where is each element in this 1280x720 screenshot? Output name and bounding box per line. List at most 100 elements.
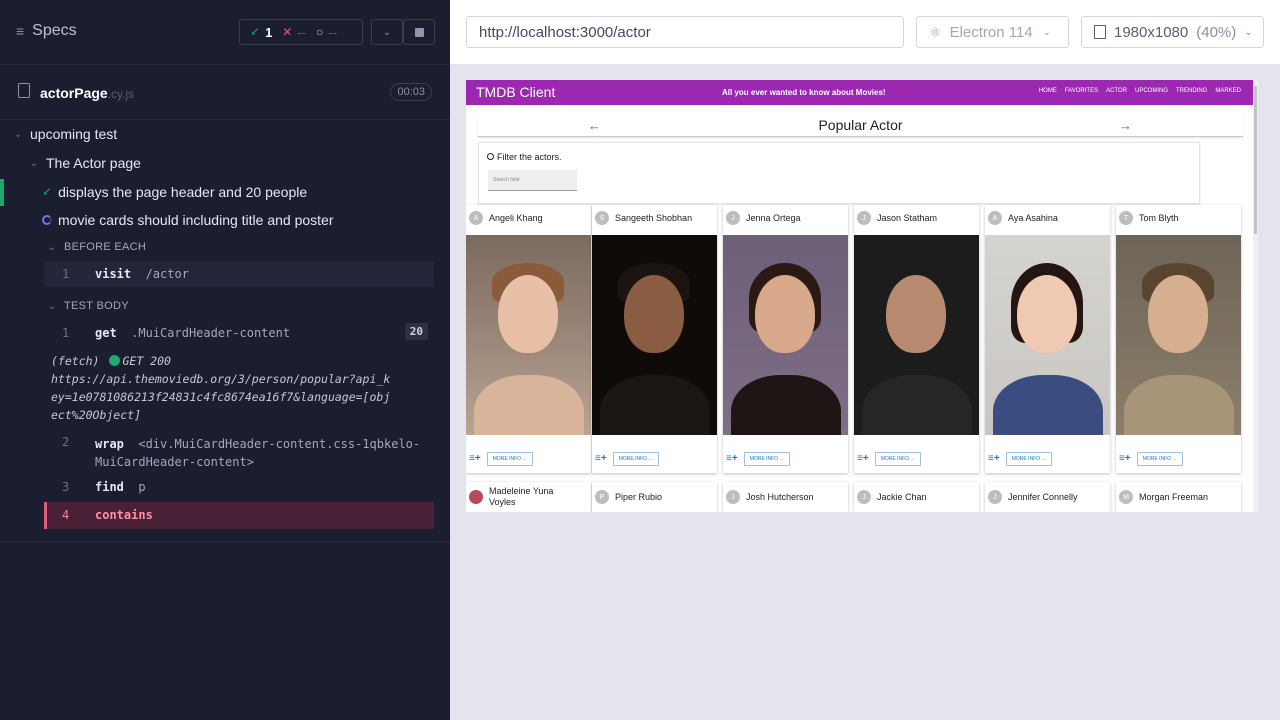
- playlist-add-icon[interactable]: ≡+: [1119, 453, 1131, 464]
- nav-home[interactable]: HOME: [1039, 88, 1057, 94]
- card-header: J Jenna Ortega: [723, 205, 848, 231]
- more-info-button[interactable]: MORE INFO ...: [612, 451, 659, 466]
- avatar: [469, 490, 483, 504]
- app-scrollbar[interactable]: [1253, 80, 1258, 512]
- nav-marked[interactable]: MARKED: [1215, 88, 1241, 94]
- suite-upcoming-test[interactable]: ⌄ upcoming test: [12, 126, 117, 142]
- actor-name: Josh Hutcherson: [746, 491, 814, 502]
- photo-body: [862, 375, 972, 435]
- actor-card[interactable]: T Tom Blyth ≡+ MORE INFO ...: [1116, 205, 1241, 473]
- more-info-button[interactable]: MORE INFO ...: [874, 451, 921, 466]
- actor-card[interactable]: S Sangeeth Shobhan ≡+ MORE INFO ...: [592, 205, 717, 473]
- card-header: J Jason Statham: [854, 205, 979, 231]
- actor-card[interactable]: P Piper Rubio: [592, 482, 717, 512]
- command-name: get: [95, 326, 117, 340]
- actor-card[interactable]: Madeleine Yuna Voyles: [466, 482, 591, 512]
- test-body-hook[interactable]: ⌄ TEST BODY: [46, 300, 129, 312]
- stop-button[interactable]: [403, 19, 435, 45]
- fetch-label: (fetch): [51, 354, 100, 368]
- more-info-button[interactable]: MORE INFO ...: [743, 451, 790, 466]
- actor-card[interactable]: M Morgan Freeman: [1116, 482, 1241, 512]
- photo-face: [1017, 275, 1077, 353]
- command-arg: .MuiCardHeader-content: [131, 326, 291, 340]
- chevron-down-icon: ⌄: [47, 241, 57, 253]
- command-number: 1: [62, 326, 70, 340]
- command-number: 2: [62, 435, 70, 449]
- avatar: T: [1119, 211, 1133, 225]
- playlist-add-icon[interactable]: ≡+: [469, 453, 481, 464]
- chevron-down-icon: ⌄: [47, 300, 57, 312]
- passed-count: 1: [265, 24, 273, 40]
- command-row[interactable]: 3 find p: [44, 476, 434, 498]
- avatar: S: [595, 211, 609, 225]
- nav-favorites[interactable]: FAVORITES: [1065, 88, 1098, 94]
- command-number: 4: [62, 508, 70, 522]
- fetch-log[interactable]: (fetch) GET 200 https://api.themoviedb.or…: [51, 352, 391, 424]
- photo-face: [755, 275, 815, 353]
- avatar: M: [1119, 490, 1133, 504]
- url-bar[interactable]: http://localhost:3000/actor: [466, 16, 904, 48]
- playlist-add-icon[interactable]: ≡+: [857, 453, 869, 464]
- test-title: displays the page header and 20 people: [58, 184, 308, 200]
- nav-actor[interactable]: ACTOR: [1106, 88, 1127, 94]
- app-under-test-panel: http://localhost:3000/actor ⚛ Electron 1…: [450, 0, 1280, 720]
- command-row-failed[interactable]: 4 contains: [44, 502, 434, 529]
- command-row[interactable]: 1 get .MuiCardHeader-content 20: [44, 320, 434, 346]
- card-actions: ≡+ MORE INFO ...: [723, 451, 848, 466]
- more-info-button[interactable]: MORE INFO ...: [1136, 451, 1183, 466]
- actor-card[interactable]: A Angeli Khang ≡+ MORE INFO ...: [466, 205, 591, 473]
- viewport-info[interactable]: 1980x1080 (40%) ⌄: [1081, 16, 1264, 48]
- element-count-badge: 20: [404, 323, 428, 340]
- app-tagline: All you ever wanted to know about Movies…: [722, 88, 886, 97]
- nav-trending[interactable]: TRENDING: [1176, 88, 1207, 94]
- photo-body: [1124, 375, 1234, 435]
- playlist-add-icon[interactable]: ≡+: [988, 453, 1000, 464]
- nav-upcoming[interactable]: UPCOMING: [1135, 88, 1168, 94]
- card-actions: ≡+ MORE INFO ...: [985, 451, 1110, 466]
- specs-toggle[interactable]: ≡ Specs: [16, 22, 77, 40]
- scroll-thumb[interactable]: [1254, 86, 1257, 234]
- command-row[interactable]: 2 wrap <div.MuiCardHeader-content.css-1q…: [44, 432, 434, 472]
- failed-stat: ✕ --: [272, 25, 306, 40]
- test-displays-header[interactable]: ✓ displays the page header and 20 people: [42, 184, 307, 200]
- actor-name: Jenna Ortega: [746, 213, 801, 223]
- actor-name: Morgan Freeman: [1139, 491, 1209, 502]
- filter-title-text: Filter the actors.: [497, 152, 562, 162]
- more-info-button[interactable]: MORE INFO ...: [1005, 451, 1052, 466]
- actor-card[interactable]: J Jenna Ortega ≡+ MORE INFO ...: [723, 205, 848, 473]
- actor-photo: [592, 235, 717, 435]
- actor-card[interactable]: J Jennifer Connelly: [985, 482, 1110, 512]
- test-movie-cards[interactable]: movie cards should including title and p…: [42, 212, 334, 228]
- command-number: 1: [62, 267, 70, 281]
- command-name: contains: [95, 508, 153, 522]
- expand-button[interactable]: ⌄: [371, 19, 403, 45]
- arrow-forward-icon[interactable]: →: [1119, 118, 1132, 133]
- actor-card[interactable]: J Jackie Chan: [854, 482, 979, 512]
- before-each-hook[interactable]: ⌄ BEFORE EACH: [46, 241, 146, 253]
- actor-name: Jackie Chan: [877, 491, 927, 502]
- actor-name: Angeli Khang: [489, 213, 543, 223]
- search-input[interactable]: Search field: [488, 170, 577, 191]
- subsuite-title: The Actor page: [46, 155, 141, 171]
- actor-card[interactable]: A Aya Asahina ≡+ MORE INFO ...: [985, 205, 1110, 473]
- app-header: TMDB Client All you ever wanted to know …: [466, 80, 1253, 105]
- viewport-icon: [1094, 25, 1106, 39]
- avatar: J: [726, 211, 740, 225]
- command-row[interactable]: 1 visit /actor: [44, 261, 434, 287]
- fetch-status: GET 200: [122, 354, 171, 368]
- command-arg: p: [138, 480, 146, 494]
- actor-name: Jason Statham: [877, 213, 938, 223]
- more-info-button[interactable]: MORE INFO ...: [486, 451, 533, 466]
- photo-face: [624, 275, 684, 353]
- playlist-add-icon[interactable]: ≡+: [595, 453, 607, 464]
- suite-actor-page[interactable]: ⌄ The Actor page: [28, 155, 141, 171]
- browser-selector[interactable]: ⚛ Electron 114 ⌄: [916, 16, 1069, 48]
- pending-stat: ○ --: [306, 25, 337, 40]
- actor-card[interactable]: J Josh Hutcherson: [723, 482, 848, 512]
- app-logo[interactable]: TMDB Client: [476, 84, 555, 100]
- actor-card[interactable]: J Jason Statham ≡+ MORE INFO ...: [854, 205, 979, 473]
- page-header: ← Popular Actor →: [478, 114, 1243, 137]
- avatar: A: [988, 211, 1002, 225]
- test-title: movie cards should including title and p…: [58, 212, 334, 228]
- playlist-add-icon[interactable]: ≡+: [726, 453, 738, 464]
